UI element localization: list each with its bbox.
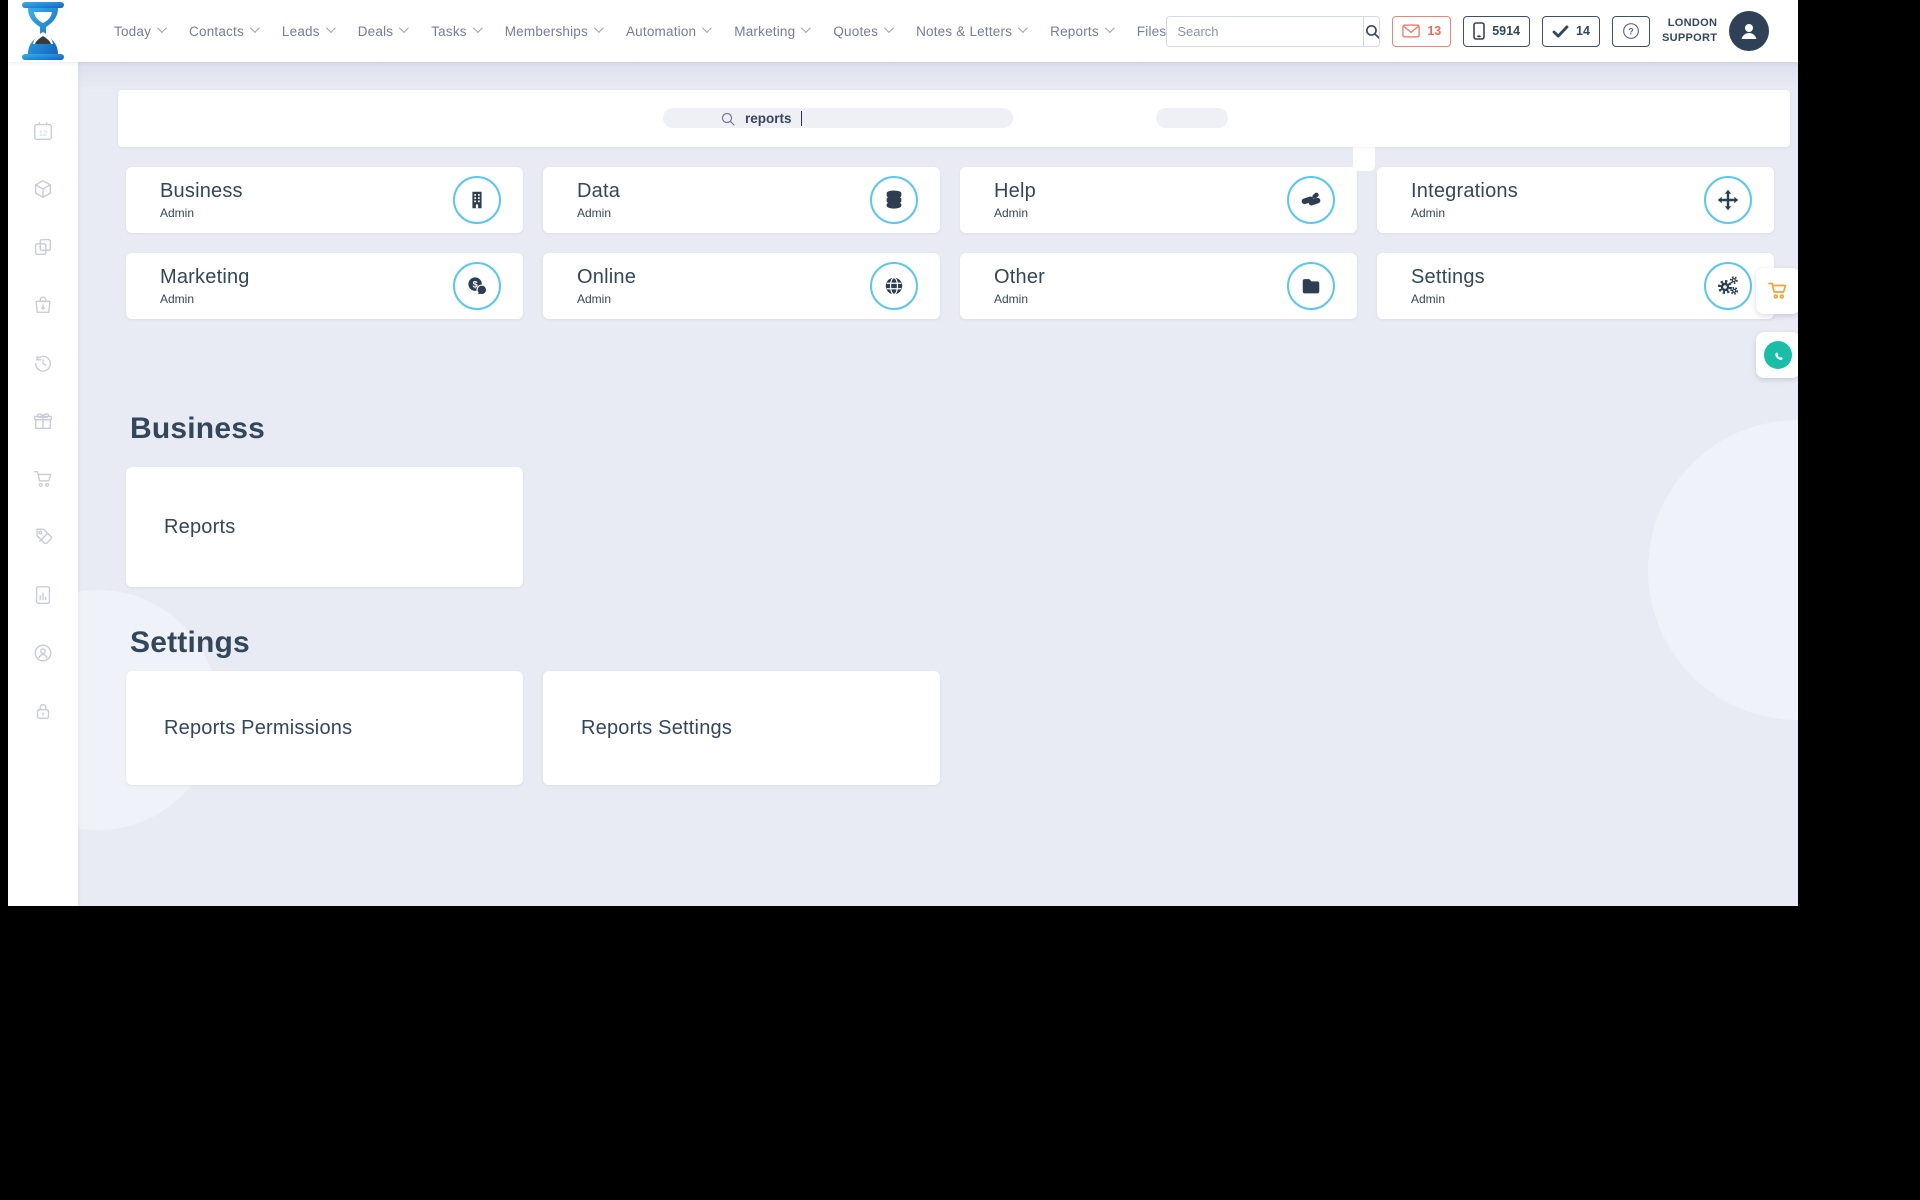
hands-helping-icon	[1287, 176, 1335, 224]
card-business-admin[interactable]: Business Admin	[126, 167, 523, 233]
nav-files[interactable]: Files	[1137, 24, 1167, 39]
skeleton-pill	[1156, 108, 1228, 128]
settings-search-bar[interactable]: reports	[118, 90, 1790, 147]
chevron-down-icon	[325, 23, 336, 34]
main-nav: Today Contacts Leads Deals Tasks Members…	[114, 23, 1167, 39]
skeleton-pill	[663, 108, 1013, 128]
help-button[interactable]: ?	[1611, 15, 1650, 47]
chevron-down-icon	[593, 23, 604, 34]
nav-today[interactable]: Today	[114, 23, 167, 39]
chevron-down-icon	[1018, 23, 1028, 34]
search-submit-button[interactable]	[1363, 16, 1380, 46]
card-settings-admin[interactable]: Settings Admin	[1377, 253, 1774, 319]
result-card-reports-settings[interactable]: Reports Settings	[543, 671, 940, 785]
database-icon	[870, 176, 918, 224]
nav-leads[interactable]: Leads	[282, 23, 336, 39]
search-input[interactable]	[1167, 16, 1364, 46]
background-decor-circle	[1648, 420, 1798, 720]
chevron-down-icon	[702, 23, 713, 34]
section-heading-business: Business	[130, 412, 265, 445]
sidebar-tags-icon[interactable]	[8, 508, 78, 566]
section-heading-settings: Settings	[130, 626, 250, 659]
sidebar-duplicates-icon[interactable]	[8, 218, 78, 276]
envelope-icon	[1402, 24, 1421, 38]
admin-card-grid: Business Admin Data Admin Help Admin Int…	[126, 167, 1774, 319]
folder-icon	[1287, 262, 1335, 310]
crm-app-window: Today Contacts Leads Deals Tasks Members…	[8, 0, 1798, 906]
chevron-down-icon	[399, 23, 410, 34]
card-other-admin[interactable]: Other Admin	[960, 253, 1357, 319]
person-icon	[1741, 24, 1757, 39]
nav-contacts[interactable]: Contacts	[189, 23, 260, 39]
header-actions: 13 5914 14	[1166, 11, 1770, 51]
screen: Today Contacts Leads Deals Tasks Members…	[0, 0, 1920, 1200]
sidebar-security-icon[interactable]	[8, 682, 78, 740]
card-online-admin[interactable]: Online Admin	[543, 253, 940, 319]
settings-search-query[interactable]: reports	[720, 90, 803, 147]
header-shadow-band	[78, 62, 1798, 92]
chevron-down-icon	[801, 23, 812, 34]
whatsapp-phone-icon	[1764, 341, 1792, 369]
nav-marketing[interactable]: Marketing	[734, 23, 812, 39]
building-icon	[453, 176, 501, 224]
sidebar-reports-icon[interactable]	[8, 566, 78, 624]
arrows-move-icon	[1704, 176, 1752, 224]
card-integrations-admin[interactable]: Integrations Admin	[1377, 167, 1774, 233]
card-marketing-admin[interactable]: Marketing Admin $	[126, 253, 523, 319]
svg-text:?: ?	[1628, 26, 1634, 36]
chevron-down-icon	[249, 23, 260, 34]
sidebar-gifts-icon[interactable]	[8, 392, 78, 450]
nav-memberships[interactable]: Memberships	[505, 23, 604, 39]
sidebar-account-icon[interactable]	[8, 624, 78, 682]
chevron-down-icon	[1104, 23, 1115, 34]
result-card-reports[interactable]: Reports	[126, 467, 523, 587]
nav-deals[interactable]: Deals	[358, 23, 410, 39]
hourglass-logo-icon[interactable]	[20, 2, 66, 60]
search-icon	[1366, 24, 1380, 39]
whatsapp-float-button[interactable]	[1756, 332, 1798, 378]
sidebar-cart-icon[interactable]	[8, 450, 78, 508]
question-circle-icon: ?	[1623, 23, 1639, 39]
svg-text:12: 12	[39, 129, 47, 138]
card-help-admin[interactable]: Help Admin	[960, 167, 1357, 233]
nav-tasks[interactable]: Tasks	[431, 23, 483, 39]
checkmark-icon	[1552, 24, 1569, 38]
sidebar-orders-icon[interactable]	[8, 276, 78, 334]
nav-quotes[interactable]: Quotes	[833, 23, 894, 39]
messages-badge-button[interactable]: 13	[1392, 15, 1452, 47]
chevron-down-icon	[884, 23, 894, 34]
shopping-cart-icon	[1768, 282, 1787, 299]
chevron-down-icon	[156, 23, 167, 34]
header-search	[1166, 15, 1381, 47]
result-card-reports-permissions[interactable]: Reports Permissions	[126, 671, 523, 785]
chevron-down-icon	[472, 23, 483, 34]
comments-dollar-icon: $	[453, 262, 501, 310]
nav-reports[interactable]: Reports	[1050, 23, 1115, 39]
text-cursor	[800, 111, 803, 126]
globe-icon	[870, 262, 918, 310]
gears-icon	[1704, 262, 1752, 310]
calls-badge-button[interactable]: 5914	[1463, 15, 1531, 47]
top-navbar: Today Contacts Leads Deals Tasks Members…	[8, 0, 1798, 62]
left-sidebar: 12	[8, 62, 78, 906]
sidebar-history-icon[interactable]	[8, 334, 78, 392]
tasks-badge-button[interactable]: 14	[1542, 15, 1600, 47]
nav-notes-letters[interactable]: Notes & Letters	[916, 23, 1028, 39]
mobile-phone-icon	[1473, 22, 1486, 40]
sidebar-calendar-icon[interactable]: 12	[8, 102, 78, 160]
search-icon	[721, 112, 735, 126]
user-avatar[interactable]	[1729, 11, 1770, 51]
nav-automation[interactable]: Automation	[626, 23, 713, 39]
account-name: LONDON SUPPORT	[1661, 17, 1718, 44]
card-data-admin[interactable]: Data Admin	[543, 167, 940, 233]
cart-float-button[interactable]	[1756, 268, 1798, 314]
sidebar-products-icon[interactable]	[8, 160, 78, 218]
